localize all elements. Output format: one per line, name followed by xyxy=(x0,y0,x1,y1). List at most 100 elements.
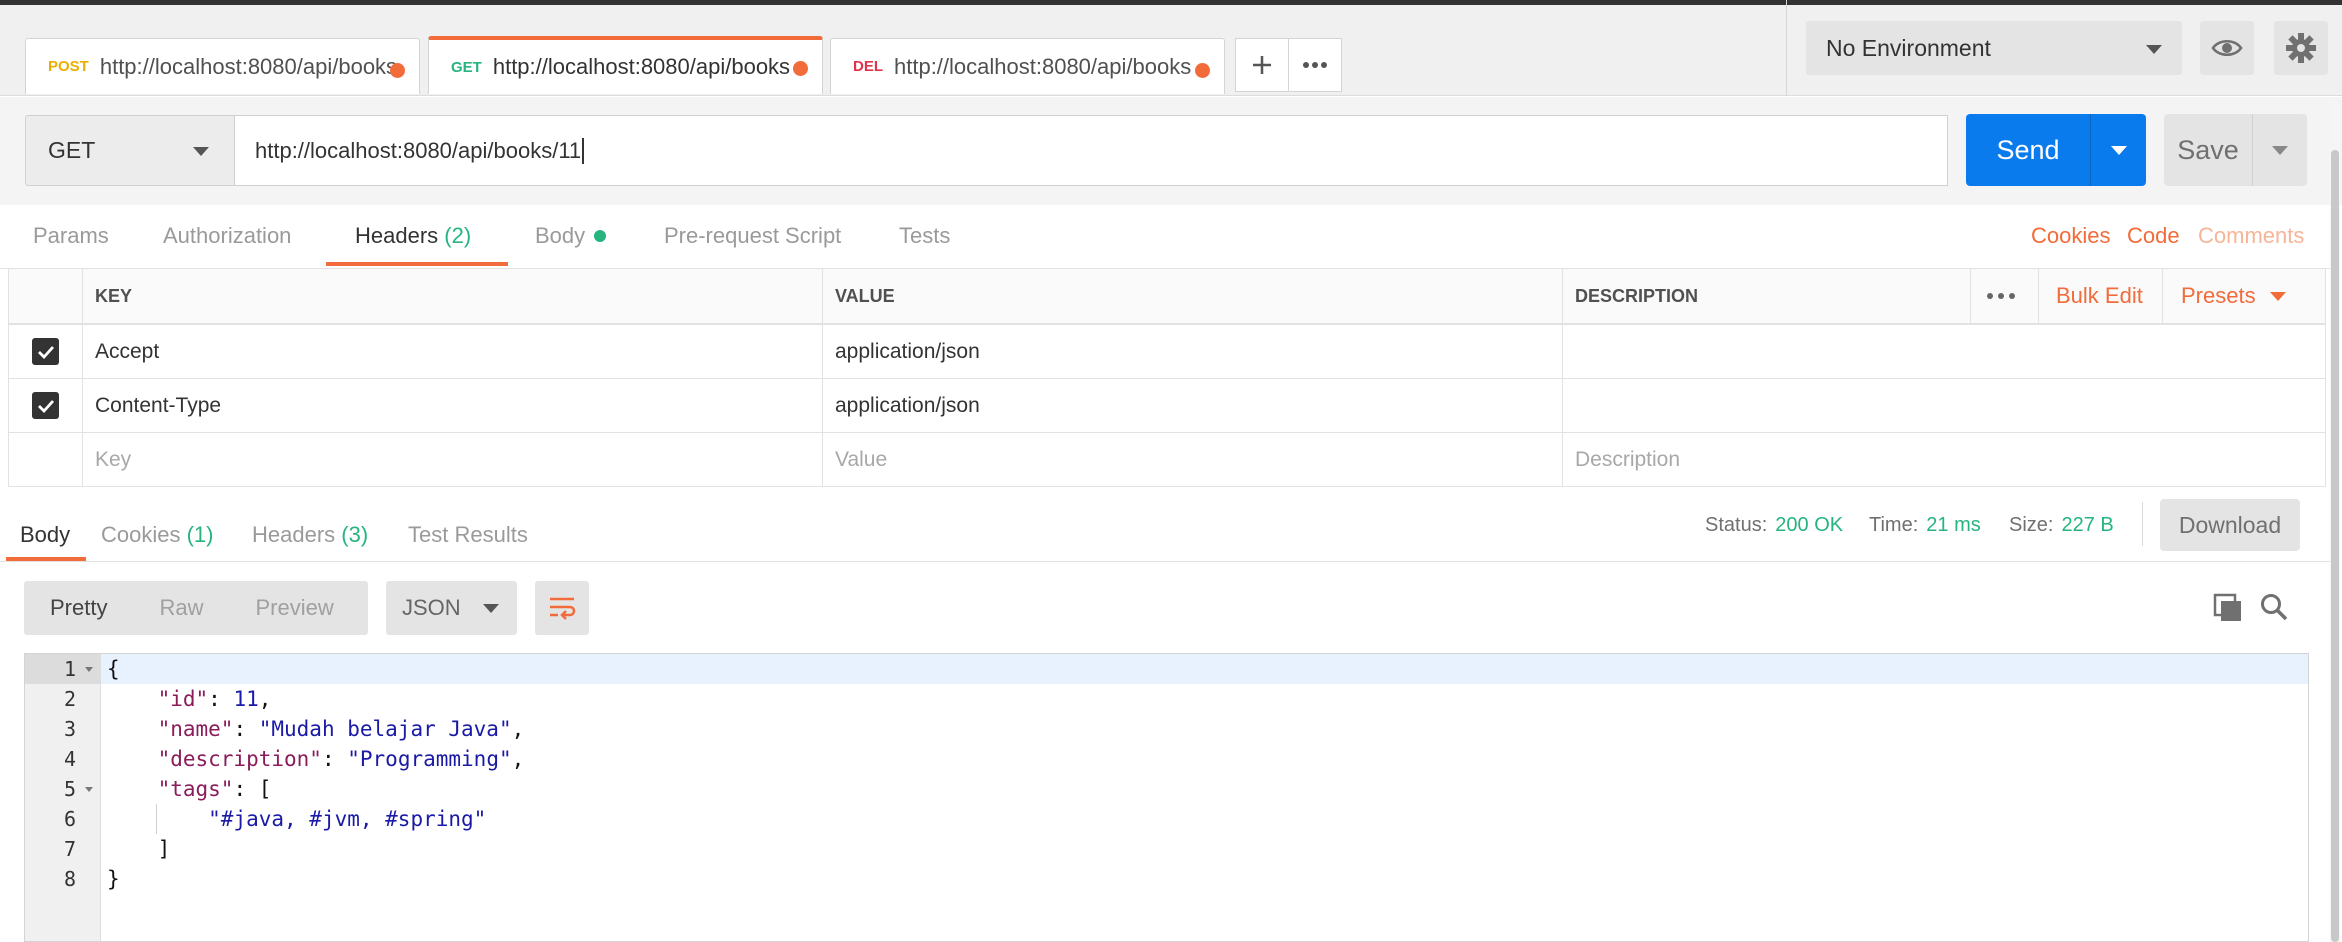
header-description-cell[interactable] xyxy=(1562,324,2326,379)
download-button[interactable]: Download xyxy=(2160,499,2300,551)
request-tab-post[interactable]: POST http://localhost:8080/api/books xyxy=(25,38,420,94)
eye-icon xyxy=(2211,40,2243,56)
gutter-line: 8 xyxy=(25,864,101,894)
request-tab-get[interactable]: GET http://localhost:8080/api/books xyxy=(428,36,823,94)
code-token: , xyxy=(511,717,525,741)
chevron-down-icon xyxy=(2110,145,2127,155)
environment-select[interactable]: No Environment xyxy=(1806,21,2182,75)
line-number: 3 xyxy=(63,717,76,741)
code-token: [ xyxy=(258,777,272,801)
gutter-line: 1 xyxy=(25,654,101,684)
tab-tests[interactable]: Tests xyxy=(899,206,950,266)
format-select[interactable]: JSON xyxy=(386,581,517,635)
bulk-edit-button[interactable]: Bulk Edit xyxy=(2056,268,2143,324)
fold-toggle-icon[interactable] xyxy=(85,787,93,792)
save-options-button[interactable] xyxy=(2252,114,2307,186)
tab-url-label: http://localhost:8080/api/books xyxy=(99,53,398,79)
placeholder-text: Key xyxy=(95,447,132,471)
save-label: Save xyxy=(2177,134,2239,165)
json-value: 11 xyxy=(233,687,259,711)
header-description-cell[interactable] xyxy=(1562,378,2326,433)
divider xyxy=(2038,268,2039,324)
header-row-checkbox[interactable] xyxy=(8,324,83,379)
new-header-key-input[interactable]: Key xyxy=(82,432,823,487)
settings-button[interactable] xyxy=(2274,21,2328,75)
line-number: 1 xyxy=(63,657,76,681)
code-token: , xyxy=(511,747,525,771)
code-token: } xyxy=(107,867,120,891)
cookies-link[interactable]: Cookies xyxy=(2031,206,2110,266)
chevron-down-icon xyxy=(2269,291,2286,301)
wrap-lines-icon xyxy=(550,597,576,620)
send-options-button[interactable] xyxy=(2090,114,2146,186)
header-row-checkbox[interactable] xyxy=(8,378,83,433)
code-link[interactable]: Code xyxy=(2127,206,2180,266)
tab-method-label: GET xyxy=(451,58,482,76)
tab-headers[interactable]: Headers (2) xyxy=(355,206,471,266)
wrap-lines-button[interactable] xyxy=(535,581,589,635)
comments-link[interactable]: Comments xyxy=(2198,206,2304,266)
tab-url-label: http://localhost:8080/api/books xyxy=(894,53,1192,79)
tab-params[interactable]: Params xyxy=(33,206,109,266)
response-tab-body[interactable]: Body xyxy=(20,510,70,560)
response-tab-headers[interactable]: Headers (3) xyxy=(252,510,368,560)
tab-label: Cookies xyxy=(101,522,181,547)
new-tab-button[interactable] xyxy=(1235,38,1289,92)
send-label: Send xyxy=(1996,134,2060,165)
json-value: "Programming" xyxy=(347,747,512,771)
headers-count-badge: (2) xyxy=(444,223,472,248)
header-key-cell[interactable]: Content-Type xyxy=(82,378,823,433)
chevron-down-icon xyxy=(2272,145,2288,155)
new-header-description-input[interactable]: Description xyxy=(1562,432,2326,487)
search-icon xyxy=(2261,594,2288,621)
send-button[interactable]: Send xyxy=(1966,114,2146,186)
json-key: "id" xyxy=(157,687,209,711)
divider xyxy=(1970,268,1971,324)
chevron-down-icon xyxy=(483,604,499,613)
view-pretty-button[interactable]: Pretty xyxy=(24,595,133,621)
method-label: GET xyxy=(48,137,96,163)
response-tab-test-results[interactable]: Test Results xyxy=(408,510,528,560)
link-label: Code xyxy=(2127,223,2180,248)
header-value-cell[interactable]: application/json xyxy=(822,324,1563,379)
table-options-button[interactable] xyxy=(1986,286,2020,306)
view-preview-button[interactable]: Preview xyxy=(229,595,359,621)
fold-toggle-icon[interactable] xyxy=(85,667,93,672)
method-select[interactable]: GET xyxy=(25,115,235,186)
json-value: "Mudah belajar Java" xyxy=(258,717,512,741)
environment-quick-look-button[interactable] xyxy=(2200,21,2254,75)
tab-label: Tests xyxy=(899,223,951,248)
divider xyxy=(2162,268,2163,324)
presets-button[interactable]: Presets xyxy=(2181,268,2286,324)
scrollbar-thumb[interactable] xyxy=(2331,150,2339,942)
code-line: ] xyxy=(107,834,171,864)
window-top-border xyxy=(0,0,2342,5)
code-line: } xyxy=(107,864,120,894)
header-key-cell[interactable]: Accept xyxy=(82,324,823,379)
copy-response-button[interactable] xyxy=(2212,592,2246,626)
divider xyxy=(0,561,2330,562)
gutter-line: 5 xyxy=(25,774,101,804)
request-tab-delete[interactable]: DEL http://localhost:8080/api/books xyxy=(830,38,1225,94)
unsaved-dot-icon xyxy=(1195,63,1210,78)
tab-pre-request-script[interactable]: Pre-request Script xyxy=(664,206,841,266)
unsaved-dot-icon xyxy=(793,61,808,76)
response-status: Status: 200 OK xyxy=(1705,499,1843,551)
view-raw-button[interactable]: Raw xyxy=(133,595,229,621)
new-header-value-input[interactable]: Value xyxy=(822,432,1563,487)
count-badge: (1) xyxy=(186,522,214,547)
line-number: 6 xyxy=(63,807,76,831)
response-body-editor[interactable]: 1 2 3 4 5 6 7 8 { "id": 11, "name": "Mud… xyxy=(24,653,2309,942)
url-input[interactable]: http://localhost:8080/api/books/11 xyxy=(234,115,1948,186)
code-line: "tags": [ xyxy=(157,777,272,801)
link-label: Cookies xyxy=(2031,223,2111,248)
search-response-button[interactable] xyxy=(2259,592,2293,626)
code-line: "#java, #jvm, #spring" xyxy=(107,804,486,834)
header-value-cell[interactable]: application/json xyxy=(822,378,1563,433)
response-tab-cookies[interactable]: Cookies (1) xyxy=(101,510,214,560)
cell-text: application/json xyxy=(835,393,980,417)
tab-authorization[interactable]: Authorization xyxy=(163,206,291,266)
more-tabs-button[interactable] xyxy=(1288,38,1342,92)
tab-body[interactable]: Body xyxy=(535,206,607,266)
save-button[interactable]: Save xyxy=(2164,114,2307,186)
